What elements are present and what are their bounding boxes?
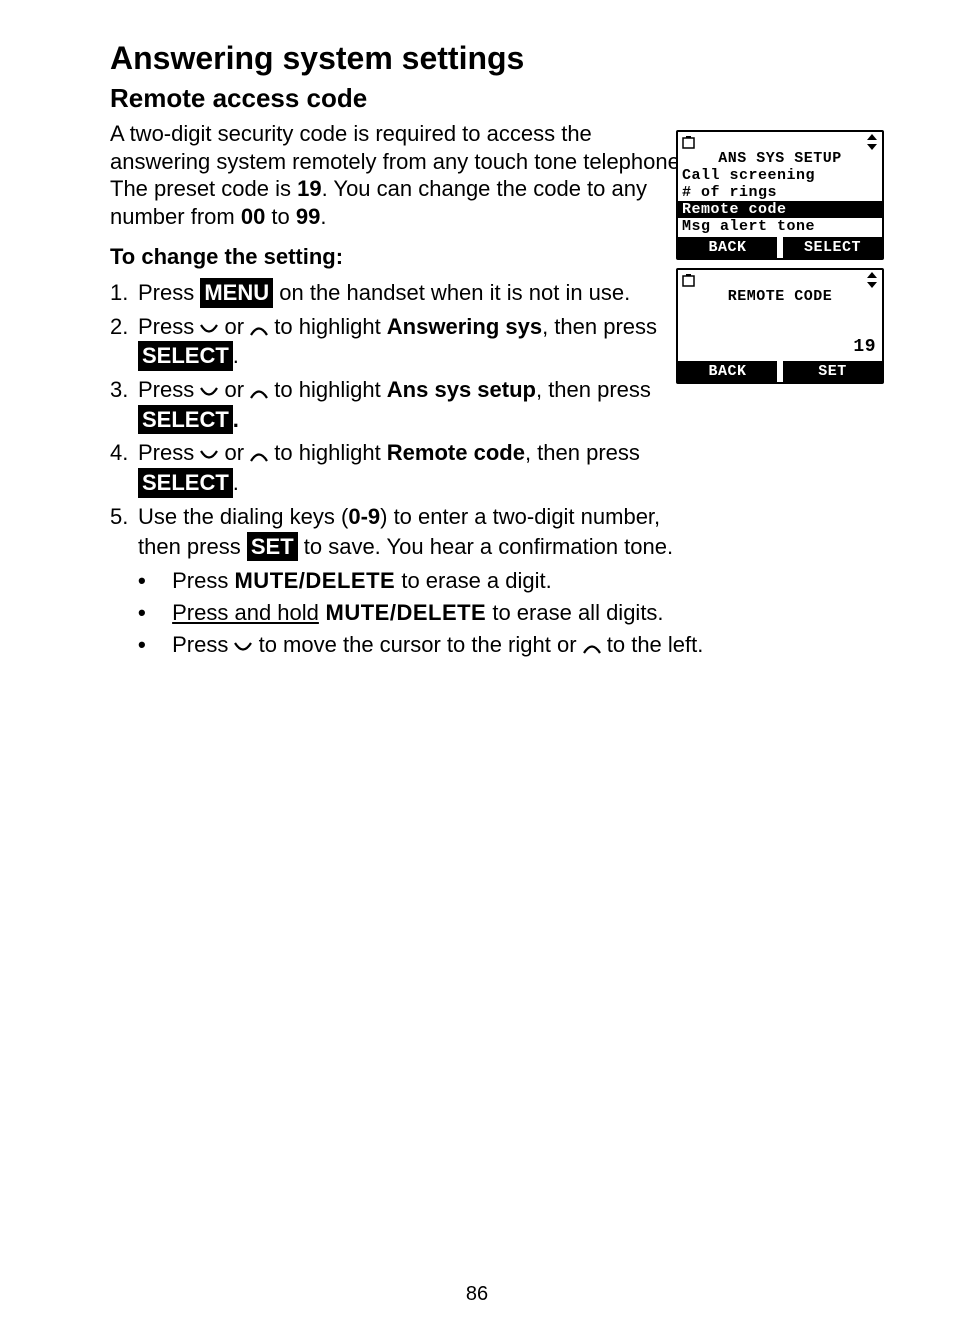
step-2: 2. Press or to highlight Answering sys, … <box>110 312 700 371</box>
text: Press <box>138 280 200 305</box>
down-arrow-icon <box>200 314 218 344</box>
key-select: SELECT <box>138 341 233 371</box>
text: to highlight <box>268 440 387 465</box>
step-number: 2. <box>110 312 138 371</box>
text: to erase all digits. <box>486 600 663 625</box>
lcd-line: # of rings <box>678 184 882 201</box>
key-set: SET <box>247 532 298 562</box>
text: , then press <box>536 377 651 402</box>
bullet-3: Press to move the cursor to the right or… <box>138 629 778 661</box>
lcd-line-selected: Remote code <box>678 201 882 218</box>
lcd-title: ANS SYS SETUP <box>678 150 882 167</box>
text: . <box>233 407 239 432</box>
text: Press <box>138 377 200 402</box>
lcd-softkey-back: BACK <box>678 361 777 382</box>
step-1: 1. Press MENU on the handset when it is … <box>110 278 700 308</box>
page-number: 86 <box>0 1283 954 1306</box>
up-arrow-icon <box>250 377 268 407</box>
step-5: 5. Use the dialing keys (0-9) to enter a… <box>110 502 700 561</box>
text: on the handset when it is not in use. <box>273 280 630 305</box>
text: to erase a digit. <box>395 568 552 593</box>
text: to the left. <box>601 632 704 657</box>
battery-icon <box>682 273 698 287</box>
text: or <box>218 440 250 465</box>
range-high: 99 <box>296 204 320 229</box>
menu-item: Remote code <box>387 440 525 465</box>
down-arrow-icon <box>234 631 252 663</box>
text: Press <box>172 568 234 593</box>
lcd-value: 19 <box>678 331 882 359</box>
text: to <box>265 204 296 229</box>
bullet-1: Press MUTE/DELETE to erase a digit. <box>138 565 778 597</box>
text-underline: Press and hold <box>172 600 319 625</box>
lcd-illustrations: ANS SYS SETUP Call screening # of rings … <box>676 130 884 392</box>
battery-icon <box>682 135 698 149</box>
text: to highlight <box>268 314 387 339</box>
menu-item: Answering sys <box>387 314 542 339</box>
lcd-line: Call screening <box>678 167 882 184</box>
text: to highlight <box>268 377 387 402</box>
text: Press <box>138 440 200 465</box>
text: . <box>233 343 239 368</box>
lcd-screen-2: REMOTE CODE 19 BACK SET <box>676 268 884 384</box>
step-4: 4. Press or to highlight Remote code, th… <box>110 438 700 497</box>
step-number: 4. <box>110 438 138 497</box>
step-number: 1. <box>110 278 138 308</box>
lcd-screen-1: ANS SYS SETUP Call screening # of rings … <box>676 130 884 260</box>
text: Use the dialing keys ( <box>138 504 348 529</box>
range-low: 00 <box>241 204 265 229</box>
text: . <box>233 470 239 495</box>
text: to save. You hear a confirmation tone. <box>298 534 673 559</box>
up-arrow-icon <box>250 314 268 344</box>
text: Press <box>138 314 200 339</box>
down-arrow-icon <box>200 440 218 470</box>
up-arrow-icon <box>250 440 268 470</box>
sub-bullets: Press MUTE/DELETE to erase a digit. Pres… <box>138 565 778 661</box>
text: . <box>320 204 326 229</box>
manual-page: Answering system settings Remote access … <box>0 0 954 1336</box>
scroll-indicator-icon <box>866 134 878 150</box>
scroll-indicator-icon <box>866 272 878 288</box>
key-select: SELECT <box>138 405 233 435</box>
menu-item: Ans sys setup <box>387 377 536 402</box>
up-arrow-icon <box>583 631 601 663</box>
steps-list: 1. Press MENU on the handset when it is … <box>110 278 700 561</box>
lcd-softkey-select: SELECT <box>783 237 882 258</box>
down-arrow-icon <box>200 377 218 407</box>
key-select: SELECT <box>138 468 233 498</box>
key-mute-delete: MUTE/DELETE <box>319 600 486 625</box>
lcd-softkey-set: SET <box>783 361 882 382</box>
text: Press <box>172 632 234 657</box>
page-title: Answering system settings <box>110 40 884 77</box>
preset-code: 19 <box>297 176 321 201</box>
key-mute-delete: MUTE/DELETE <box>234 568 395 593</box>
text: to move the cursor to the right or <box>252 632 582 657</box>
key-range: 0-9 <box>348 504 380 529</box>
lcd-title: REMOTE CODE <box>678 288 882 305</box>
text: , then press <box>525 440 640 465</box>
text: or <box>218 377 250 402</box>
step-3: 3. Press or to highlight Ans sys setup, … <box>110 375 700 434</box>
key-menu: MENU <box>200 278 273 308</box>
intro-paragraph: A two-digit security code is required to… <box>110 120 690 230</box>
text: or <box>218 314 250 339</box>
text: , then press <box>542 314 657 339</box>
step-number: 5. <box>110 502 138 561</box>
lcd-softkey-back: BACK <box>678 237 777 258</box>
section-title: Remote access code <box>110 83 884 114</box>
lcd-line: Msg alert tone <box>678 218 882 235</box>
step-number: 3. <box>110 375 138 434</box>
bullet-2: Press and hold MUTE/DELETE to erase all … <box>138 597 778 629</box>
